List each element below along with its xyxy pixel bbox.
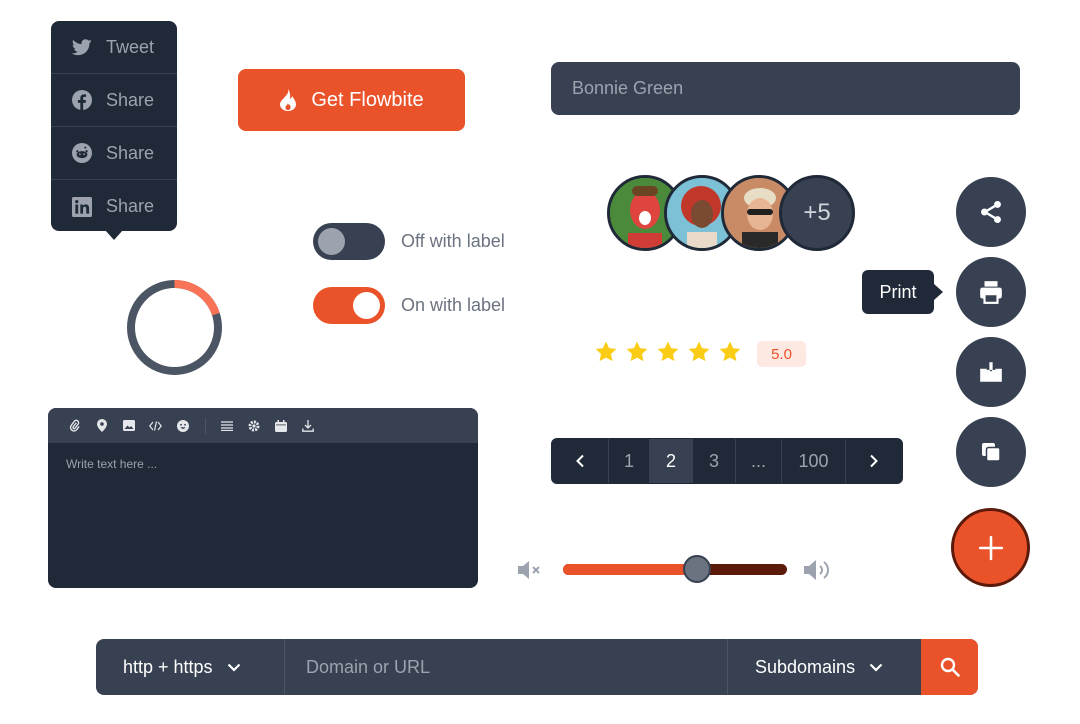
share-menu-arrow xyxy=(105,230,123,240)
volume-up-icon[interactable] xyxy=(803,558,835,582)
toggle-knob xyxy=(318,228,345,255)
chevron-right-icon xyxy=(869,454,879,468)
share-menu-label: Share xyxy=(106,196,155,216)
linkedin-icon xyxy=(71,196,93,218)
star-icon xyxy=(595,341,617,362)
print-tooltip-arrow xyxy=(934,284,943,300)
editor-placeholder: Write text here ... xyxy=(66,457,158,471)
star-icon xyxy=(626,341,648,362)
map-pin-icon[interactable] xyxy=(95,419,108,432)
star-icon xyxy=(657,341,679,362)
get-flowbite-label: Get Flowbite xyxy=(311,88,424,111)
star-icon xyxy=(688,341,710,362)
rating-badge: 5.0 xyxy=(757,341,806,367)
pagination-page[interactable]: 1 xyxy=(609,439,650,483)
subdomains-dropdown[interactable]: Subdomains xyxy=(727,639,921,695)
copy-dial-button[interactable] xyxy=(956,417,1026,487)
download-dial-button[interactable] xyxy=(956,337,1026,407)
share-menu-label: Share xyxy=(106,89,155,110)
share-menu-item-reddit[interactable]: Share xyxy=(51,127,177,180)
volume-slider-fill xyxy=(563,564,698,575)
protocol-dropdown[interactable]: http + https xyxy=(96,639,285,695)
text-editor: Write text here ... xyxy=(48,408,478,588)
pagination-ellipsis: ... xyxy=(736,439,782,483)
toggle-knob xyxy=(353,292,380,319)
print-tooltip: Print xyxy=(862,270,934,314)
avatar-more-label: +5 xyxy=(803,199,831,226)
calendar-icon[interactable] xyxy=(274,419,287,432)
printer-icon xyxy=(978,279,1004,305)
code-icon[interactable] xyxy=(149,419,162,432)
twitter-icon xyxy=(71,36,93,58)
share-menu-label: Share xyxy=(106,142,155,163)
name-input-value: Bonnie Green xyxy=(572,78,684,98)
chevron-down-icon xyxy=(227,663,241,672)
facebook-icon xyxy=(71,89,93,111)
share-menu-item-linkedin[interactable]: Share xyxy=(51,180,177,233)
toggle-on-label: On with label xyxy=(401,295,506,315)
emoji-icon[interactable] xyxy=(176,419,189,432)
domain-input[interactable]: Domain or URL xyxy=(285,639,727,695)
pagination-page-active[interactable]: 2 xyxy=(650,439,693,483)
share-dial-button[interactable] xyxy=(956,177,1026,247)
download-icon[interactable] xyxy=(301,419,314,432)
avatar-more-count[interactable]: +5 xyxy=(779,175,855,251)
search-icon xyxy=(940,657,960,677)
list-icon[interactable] xyxy=(220,419,233,432)
pagination-next-button[interactable] xyxy=(846,439,902,483)
toggle-off-label: Off with label xyxy=(401,231,505,251)
image-icon[interactable] xyxy=(122,419,135,432)
mute-icon[interactable] xyxy=(517,559,545,581)
reddit-icon xyxy=(71,142,93,164)
settings-icon[interactable] xyxy=(247,419,260,432)
download-icon xyxy=(978,359,1004,385)
domain-search-bar: http + https Domain or URL Subdomains xyxy=(96,639,978,695)
domain-input-placeholder: Domain or URL xyxy=(306,656,431,677)
plus-icon xyxy=(978,535,1004,561)
chevron-left-icon xyxy=(575,454,585,468)
pagination-page[interactable]: 100 xyxy=(782,439,846,483)
toolbar-divider xyxy=(205,417,206,434)
toggle-on[interactable] xyxy=(313,287,385,324)
pagination: 1 2 3 ... 100 xyxy=(551,438,903,484)
share-menu-item-facebook[interactable]: Share xyxy=(51,74,177,127)
pagination-prev-button[interactable] xyxy=(552,439,609,483)
share-menu-item-twitter[interactable]: Tweet xyxy=(51,21,177,74)
fire-icon xyxy=(279,89,297,111)
progress-ring xyxy=(127,280,222,375)
volume-slider-thumb[interactable] xyxy=(683,555,712,583)
get-flowbite-button[interactable]: Get Flowbite xyxy=(238,69,465,131)
pagination-page[interactable]: 3 xyxy=(693,439,736,483)
copy-icon xyxy=(979,440,1003,464)
share-icon xyxy=(978,199,1004,225)
chevron-down-icon xyxy=(869,663,883,672)
star-icon xyxy=(719,341,741,362)
search-button[interactable] xyxy=(921,639,978,695)
speed-dial-main-button[interactable] xyxy=(951,508,1030,587)
share-menu: Tweet Share Share Share xyxy=(51,21,177,231)
toggle-off[interactable] xyxy=(313,223,385,260)
paperclip-icon[interactable] xyxy=(68,419,81,432)
protocol-label: http + https xyxy=(123,656,213,677)
editor-toolbar xyxy=(48,408,478,443)
name-input[interactable]: Bonnie Green xyxy=(551,62,1020,115)
editor-textarea[interactable]: Write text here ... xyxy=(48,443,478,485)
print-dial-button[interactable] xyxy=(956,257,1026,327)
subdomains-label: Subdomains xyxy=(755,656,856,677)
share-menu-label: Tweet xyxy=(106,36,155,57)
